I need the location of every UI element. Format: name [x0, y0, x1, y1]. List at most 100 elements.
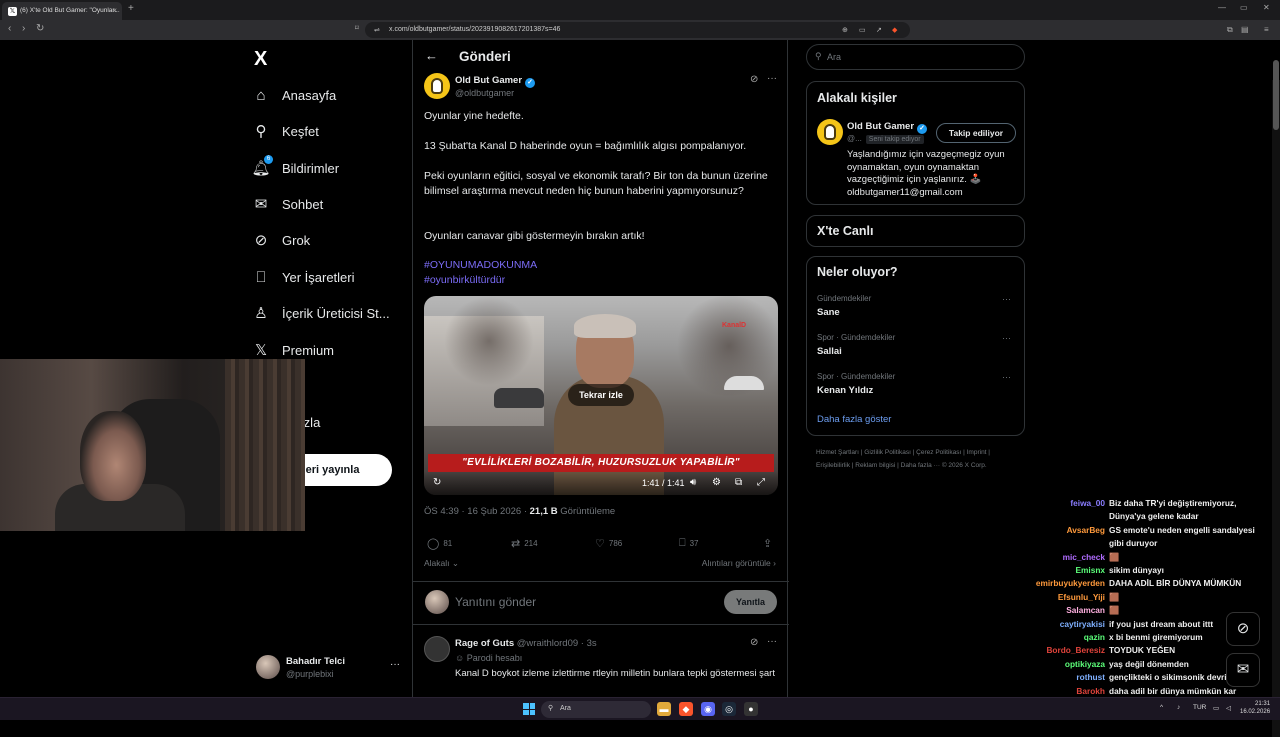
volume-icon[interactable]: 🔊︎ [690, 477, 696, 488]
commenter-name[interactable]: Rage of Guts @wraithlord09 · 3s [455, 638, 597, 649]
reload-icon[interactable]: ↻ [36, 23, 44, 34]
more-icon[interactable]: ··· [1002, 372, 1011, 382]
grok-icon[interactable]: ⊘ [750, 637, 758, 648]
screen-icon[interactable]: ▭ [859, 26, 866, 34]
show-more-link[interactable]: Daha fazla göster [817, 414, 891, 425]
more-icon[interactable]: ··· [1002, 333, 1011, 343]
maximize-icon[interactable]: ▭ [1240, 3, 1248, 12]
commenter-avatar[interactable] [424, 636, 450, 662]
video-player[interactable]: KanalD "EVLİLİKLERİ BOZABİLİR, HUZURSUZL… [424, 296, 778, 495]
language-indicator[interactable]: TUR [1193, 704, 1206, 711]
chat-username[interactable]: Salamcan [1010, 604, 1105, 616]
discord-icon[interactable]: ◉ [701, 702, 715, 716]
search-input[interactable]: ⚲ Ara [806, 44, 1025, 70]
brave-icon[interactable]: ◆ [679, 702, 693, 716]
scrollbar-thumb[interactable] [1273, 60, 1279, 130]
brave-shield-icon[interactable]: ◆ [892, 26, 897, 34]
zoom-icon[interactable]: ⊕ [842, 26, 848, 34]
x-logo-icon[interactable]: X [254, 48, 267, 71]
account-switcher[interactable]: Bahadır Telci @purplebixi ··· [256, 654, 406, 684]
file-explorer-icon[interactable]: ▬ [657, 702, 671, 716]
more-icon[interactable]: ··· [390, 659, 400, 670]
volume-icon[interactable]: ◁ [1226, 704, 1231, 712]
taskbar-search[interactable]: ⚲ Ara [541, 701, 651, 718]
bookmark-page-icon[interactable]: ⌑ [355, 24, 359, 32]
trend-item[interactable]: Gündemdekiler Sane [817, 294, 1017, 318]
messages-float-icon[interactable]: ✉ [1226, 653, 1260, 687]
hashtag-link[interactable]: #oyunbirkültürdür [424, 274, 505, 286]
chat-username[interactable]: Bordo_Beresiz [1010, 644, 1105, 656]
author-avatar[interactable] [424, 73, 450, 99]
chat-username[interactable]: Emisnx [1010, 564, 1105, 576]
grok-float-icon[interactable]: ⊘ [1226, 612, 1260, 646]
hashtag-link[interactable]: #OYUNUMADOKUNMA [424, 259, 537, 271]
fullscreen-icon[interactable]: ⤢ [757, 477, 765, 488]
reply-action[interactable]: ◯ 81 [427, 537, 452, 550]
bookmark-action[interactable]: ⎕ 37 [679, 537, 699, 550]
more-icon[interactable]: ··· [767, 636, 777, 647]
menu-icon[interactable]: ≡ [1264, 25, 1269, 34]
nav-item-home[interactable]: ⌂ Anasayfa [250, 80, 410, 110]
chat-username[interactable]: caytiryakisi [1010, 618, 1105, 630]
forward-icon[interactable]: › [22, 23, 25, 34]
related-name[interactable]: Old But Gamer ✓ [847, 121, 928, 134]
settings-icon[interactable]: ⚙ [712, 477, 721, 488]
chat-username[interactable]: AvsarBeg [1010, 524, 1105, 536]
taskbar-clock[interactable]: 21:31 16.02.2026 [1240, 700, 1270, 716]
more-icon[interactable]: ··· [767, 73, 777, 84]
site-info-icon[interactable]: ⇌ [374, 26, 380, 34]
tweet-time[interactable]: ÖS 4:39 · 16 Şub 2026 · [424, 506, 527, 517]
nav-item-chat[interactable]: ✉ Sohbet [250, 189, 410, 219]
tray-up-icon[interactable]: ^ [1160, 704, 1163, 711]
retweet-action[interactable]: ⇄ 214 [511, 537, 538, 550]
extensions-icon[interactable]: ⧉ [1227, 25, 1233, 35]
close-window-icon[interactable]: ✕ [1263, 3, 1270, 12]
browser-tab[interactable]: 𝕏 (6) X'te Old But Gamer: "Oyunlar... × [2, 2, 122, 20]
nav-item-bookmarks[interactable]: ⎕ Yer İşaretleri [250, 262, 410, 292]
nav-item-explore[interactable]: ⚲ Keşfet [250, 116, 410, 146]
like-action[interactable]: ♡ 786 [595, 537, 622, 550]
live-card[interactable]: X'te Canlı [806, 215, 1025, 247]
chat-username[interactable]: mic_check [1010, 551, 1105, 563]
view-quotes-link[interactable]: Alıntıları görüntüle › [702, 558, 776, 568]
url-bar[interactable]: ⇌ x.com/oldbutgamer/status/2023919082617… [365, 22, 910, 38]
following-button[interactable]: Takip ediliyor [936, 123, 1016, 143]
footer-links[interactable]: Hizmet Şartları | Gizlilik Politikası | … [816, 446, 1016, 472]
trend-item[interactable]: Spor · Gündemdekiler Sallai [817, 333, 1017, 357]
share-icon[interactable]: ↗ [876, 26, 882, 34]
nav-item-creator-studio[interactable]: ♙ İçerik Üreticisi St... [250, 298, 410, 328]
reply-input[interactable]: Yanıtını gönder [455, 595, 536, 609]
nav-item-notifications[interactable]: 🔔︎ 6 Bildirimler [250, 153, 410, 183]
related-dropdown[interactable]: Alakalı ⌄ [424, 558, 459, 569]
author-handle[interactable]: @oldbutgamer [455, 88, 514, 98]
windows-start-icon[interactable] [523, 703, 535, 715]
chat-username[interactable]: qazin [1010, 631, 1105, 643]
back-arrow-icon[interactable]: ← [425, 48, 438, 63]
author-name[interactable]: Old But Gamer ✓ [455, 75, 536, 88]
reply-button[interactable]: Yanıtla [724, 590, 777, 614]
pip-icon[interactable]: ⧉ [735, 477, 742, 488]
grok-icon[interactable]: ⊘ [750, 74, 758, 85]
chat-username[interactable]: rothust [1010, 671, 1105, 683]
chat-username[interactable]: feiwa_00 [1010, 497, 1105, 509]
replay-icon[interactable]: ↻ [433, 477, 441, 488]
more-icon[interactable]: ··· [1002, 294, 1011, 304]
wallet-icon[interactable]: ▤ [1241, 25, 1249, 34]
minimize-icon[interactable]: — [1218, 3, 1226, 12]
steam-icon[interactable]: ◎ [722, 702, 736, 716]
chat-username[interactable]: Efsunlu_Yiji [1010, 591, 1105, 603]
tab-close-icon[interactable]: × [112, 6, 117, 15]
nav-item-grok[interactable]: ⊘ Grok [250, 225, 410, 255]
replay-button[interactable]: Tekrar izle [568, 384, 634, 406]
trend-item[interactable]: Spor · Gündemdekiler Kenan Yıldız [817, 372, 1017, 396]
related-avatar[interactable] [817, 119, 843, 145]
chat-username[interactable]: optikiyaza [1010, 658, 1105, 670]
mic-icon[interactable]: ♪ [1177, 704, 1180, 711]
obs-icon[interactable]: ● [744, 702, 758, 716]
chat-username[interactable]: emirbuyukyerden [1010, 577, 1105, 589]
network-icon[interactable]: ▭ [1213, 704, 1219, 712]
new-tab-button[interactable]: + [128, 3, 134, 14]
share-action[interactable]: ⇪ [763, 537, 776, 550]
back-icon[interactable]: ‹ [8, 23, 11, 34]
chat-username[interactable]: Barokh [1010, 685, 1105, 697]
